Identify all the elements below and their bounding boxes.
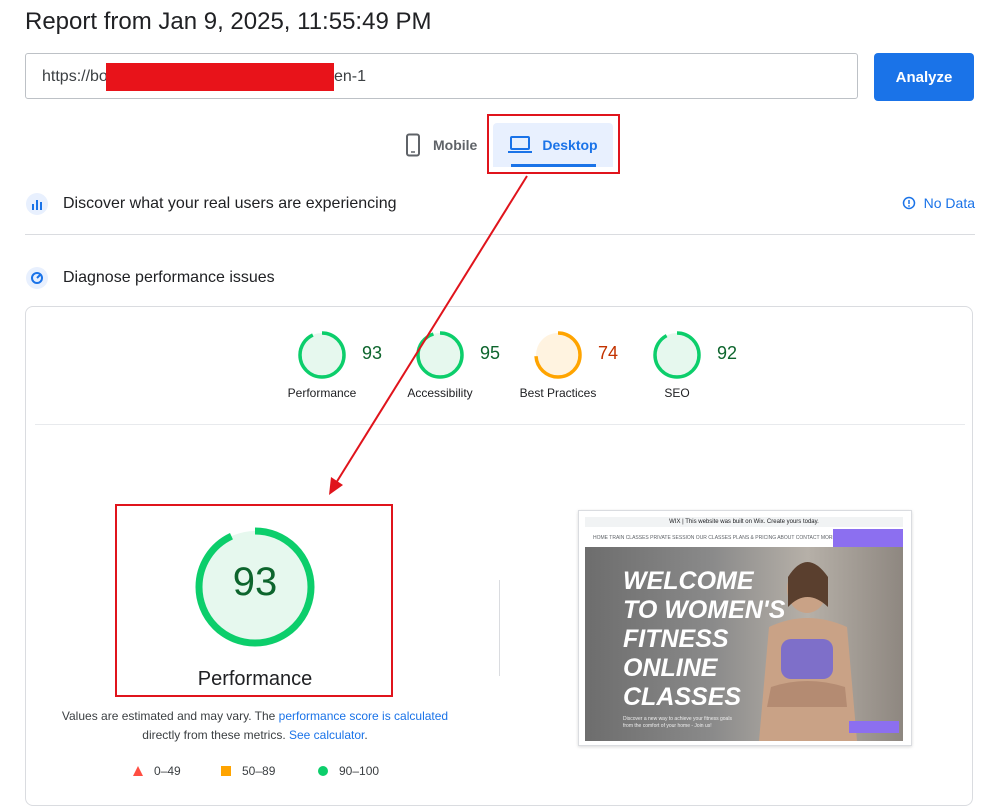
card-divider bbox=[35, 424, 965, 425]
url-text-end: en-1 bbox=[334, 68, 367, 85]
diagnose-gauge-icon bbox=[26, 267, 48, 289]
real-users-section: Discover what your real users are experi… bbox=[25, 189, 975, 219]
real-users-title: Discover what your real users are experi… bbox=[63, 195, 397, 212]
performance-callout-box bbox=[115, 504, 393, 697]
legend-range: 90–100 bbox=[339, 764, 380, 778]
no-data-status[interactable]: No Data bbox=[902, 195, 975, 211]
score-gauge-accessibility[interactable]: 95 Accessibility bbox=[380, 330, 500, 400]
note-text: directly from these metrics. bbox=[142, 728, 289, 742]
legend-item-average: 50–89 bbox=[220, 764, 275, 778]
score-value: 92 bbox=[716, 343, 738, 363]
redaction-bar bbox=[106, 63, 334, 91]
report-title: Report from Jan 9, 2025, 11:55:49 PM bbox=[25, 8, 432, 35]
legend-range: 0–49 bbox=[154, 764, 181, 778]
desktop-tab-callout-box bbox=[487, 114, 620, 174]
site-nav-text: HOME TRAIN CLASSES PRIVATE SESSION OUR C… bbox=[593, 535, 836, 541]
triangle-icon bbox=[133, 766, 143, 776]
hero-cta-button bbox=[849, 721, 899, 733]
wix-banner: WIX | This website was built on Wix. Cre… bbox=[585, 517, 903, 527]
score-label: Performance bbox=[287, 386, 357, 400]
note-text: . bbox=[364, 728, 368, 742]
info-icon bbox=[902, 196, 915, 210]
legend-range: 50–89 bbox=[242, 764, 276, 778]
circle-icon bbox=[318, 766, 328, 776]
performance-score-link[interactable]: performance score is calculated bbox=[279, 709, 448, 723]
site-nav: HOME TRAIN CLASSES PRIVATE SESSION OUR C… bbox=[585, 529, 903, 547]
see-calculator-link[interactable]: See calculator bbox=[289, 728, 364, 742]
score-label: SEO bbox=[664, 386, 690, 400]
legend-item-good: 90–100 bbox=[317, 764, 379, 778]
social-bar bbox=[833, 529, 903, 547]
tab-mobile[interactable]: Mobile bbox=[403, 130, 477, 160]
gauge-ring bbox=[534, 331, 582, 379]
gauge-ring bbox=[416, 331, 464, 379]
diagnose-title: Diagnose performance issues bbox=[63, 269, 275, 286]
score-label: Best Practices bbox=[519, 386, 597, 400]
score-gauge-best-practices[interactable]: 74 Best Practices bbox=[498, 330, 618, 400]
analyze-button[interactable]: Analyze bbox=[874, 53, 974, 101]
smartphone-icon bbox=[406, 133, 420, 157]
tab-mobile-label: Mobile bbox=[433, 137, 478, 153]
hero-subtext: Discover a new way to achieve your fitne… bbox=[623, 716, 732, 729]
gauge-ring bbox=[298, 331, 346, 379]
note-text: Values are estimated and may vary. The bbox=[61, 709, 279, 723]
score-label: Accessibility bbox=[407, 386, 473, 400]
gauge-ring bbox=[653, 331, 701, 379]
square-icon bbox=[221, 766, 231, 776]
users-chart-icon bbox=[26, 193, 48, 215]
url-text-start: https://bo bbox=[42, 68, 108, 85]
section-divider bbox=[25, 234, 975, 235]
legend-item-poor: 0–49 bbox=[132, 764, 181, 778]
no-data-label: No Data bbox=[923, 195, 975, 211]
page-screenshot-thumbnail: WIX | This website was built on Wix. Cre… bbox=[578, 510, 912, 746]
diagnose-section: Diagnose performance issues bbox=[25, 263, 975, 293]
vertical-divider bbox=[499, 580, 500, 676]
url-input[interactable]: https://bo en-1 bbox=[25, 53, 858, 99]
score-gauge-performance[interactable]: 93 Performance bbox=[262, 330, 382, 400]
hero-headline: WELCOME TO WOMEN'S FITNESS ONLINE CLASSE… bbox=[623, 567, 786, 711]
score-note: Values are estimated and may vary. The p… bbox=[55, 707, 455, 745]
score-gauge-seo[interactable]: 92 SEO bbox=[617, 330, 737, 400]
